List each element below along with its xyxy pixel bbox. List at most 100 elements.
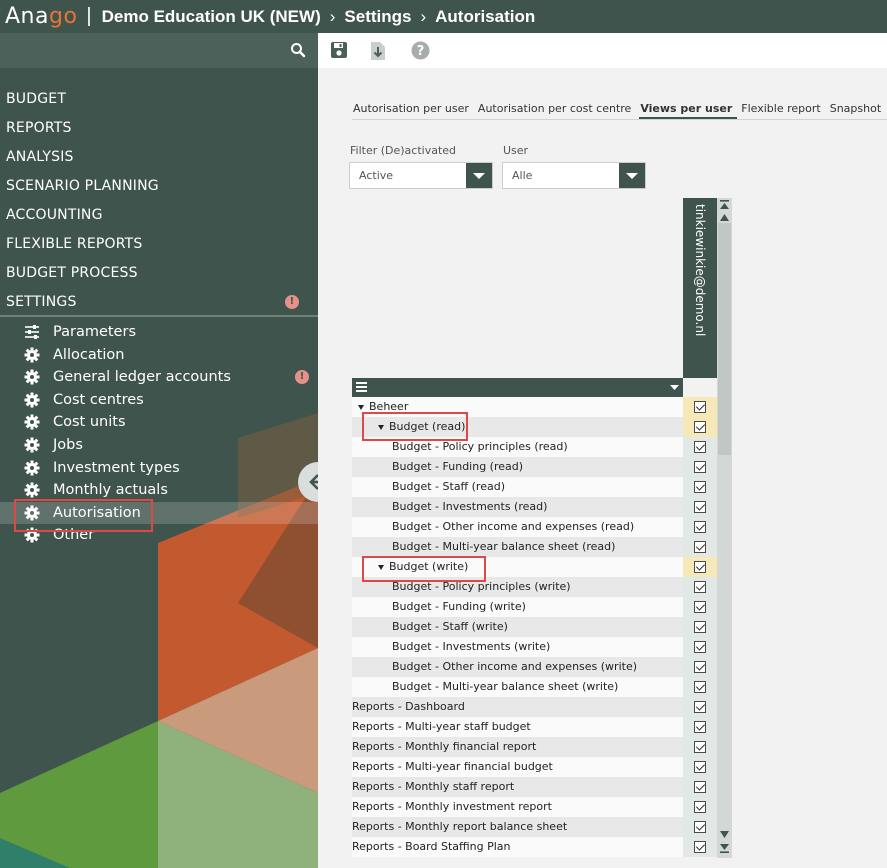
tab-autorisation-per-cost-centre[interactable]: Autorisation per cost centre [477, 98, 636, 119]
row-label-text: Reports - Monthly staff report [352, 780, 515, 793]
menu-item-budget-process[interactable]: BUDGET PROCESS [0, 259, 318, 288]
tab-views-per-user[interactable]: Views per user [639, 98, 738, 119]
permission-cell [683, 757, 717, 777]
permission-checkbox[interactable] [694, 841, 706, 853]
help-icon[interactable]: ? [411, 41, 430, 60]
permission-checkbox[interactable] [694, 501, 706, 513]
submenu-item-cost-units[interactable]: Cost units [0, 411, 318, 434]
permission-checkbox[interactable] [694, 481, 706, 493]
submenu-item-jobs[interactable]: Jobs [0, 434, 318, 457]
menu-item-budget[interactable]: BUDGET [0, 85, 318, 114]
permission-checkbox[interactable] [694, 741, 706, 753]
permission-checkbox[interactable] [694, 581, 706, 593]
permission-checkbox[interactable] [694, 781, 706, 793]
chevron-down-icon[interactable] [466, 163, 492, 188]
permission-checkbox[interactable] [694, 541, 706, 553]
row-label: Budget - Other income and expenses (writ… [352, 657, 683, 677]
permission-checkbox[interactable] [694, 721, 706, 733]
scroll-bottom-icon[interactable] [719, 843, 730, 853]
tab-autorisation-per-user[interactable]: Autorisation per user [352, 98, 474, 119]
row-label-text: Budget - Staff (read) [392, 480, 505, 493]
submenu-item-label: General ledger accounts [53, 369, 231, 386]
sidebar-search-bar[interactable] [0, 33, 318, 68]
table-row: Budget - Funding (read) [352, 457, 717, 477]
permission-checkbox[interactable] [694, 621, 706, 633]
menu-item-accounting[interactable]: ACCOUNTING [0, 201, 318, 230]
scroll-down-icon[interactable] [719, 830, 730, 839]
user-column-label: tinkiewinkie@demo.nl [693, 204, 707, 337]
permission-cell [683, 677, 717, 697]
export-icon[interactable] [370, 41, 386, 61]
row-label-text: Reports - Multi-year financial budget [352, 760, 553, 773]
table-row: Budget - Multi-year balance sheet (write… [352, 677, 717, 697]
row-label: Budget - Staff (read) [352, 477, 683, 497]
submenu-item-general-ledger-accounts[interactable]: General ledger accounts ! [0, 366, 318, 389]
permission-checkbox[interactable] [694, 421, 706, 433]
permission-cell [683, 477, 717, 497]
gear-icon [24, 437, 40, 453]
submenu-item-label: Cost units [53, 414, 126, 431]
table-row: Reports - Multi-year staff budget [352, 717, 717, 737]
tab-snapshot[interactable]: Snapshot [829, 98, 886, 119]
row-label: Budget - Investments (read) [352, 497, 683, 517]
menu-item-settings[interactable]: SETTINGS ! [0, 288, 318, 317]
permission-checkbox[interactable] [694, 441, 706, 453]
caret-down-icon[interactable] [670, 385, 679, 391]
chevron-down-icon[interactable] [619, 163, 645, 188]
permission-checkbox[interactable] [694, 601, 706, 613]
permission-checkbox[interactable] [694, 701, 706, 713]
vertical-scrollbar[interactable] [717, 198, 732, 858]
user-select[interactable]: Alle [502, 162, 646, 189]
permission-checkbox[interactable] [694, 461, 706, 473]
user-column-header[interactable]: tinkiewinkie@demo.nl [683, 198, 717, 378]
menu-item-label: BUDGET PROCESS [6, 265, 138, 281]
scroll-up-icon[interactable] [719, 213, 730, 222]
submenu-item-cost-centres[interactable]: Cost centres [0, 389, 318, 412]
permission-checkbox[interactable] [694, 761, 706, 773]
row-label: Budget - Funding (write) [352, 597, 683, 617]
submenu-item-allocation[interactable]: Allocation [0, 344, 318, 367]
breadcrumb-item-organisation[interactable]: Demo Education UK (NEW) [102, 7, 321, 27]
app-logo[interactable]: Anago [5, 4, 77, 29]
submenu-item-parameters[interactable]: Parameters [0, 321, 318, 344]
menu-item-flexible-reports[interactable]: FLEXIBLE REPORTS [0, 230, 318, 259]
row-label: Reports - Board Staffing Plan [352, 837, 683, 857]
alert-icon: ! [285, 295, 299, 309]
gear-icon [24, 347, 40, 363]
sliders-icon [25, 325, 39, 339]
menu-item-scenario-planning[interactable]: SCENARIO PLANNING [0, 172, 318, 201]
svg-text:?: ? [417, 44, 425, 59]
permission-checkbox[interactable] [694, 641, 706, 653]
row-label-text: Budget - Multi-year balance sheet (read) [392, 540, 616, 553]
search-icon[interactable] [290, 42, 306, 58]
tab-flexible-report[interactable]: Flexible report [740, 98, 825, 119]
submenu-item-investment-types[interactable]: Investment types [0, 457, 318, 480]
table-row: Budget - Staff (write) [352, 617, 717, 637]
menu-item-reports[interactable]: REPORTS [0, 114, 318, 143]
permission-checkbox[interactable] [694, 661, 706, 673]
row-label: Reports - Multi-year financial budget [352, 757, 683, 777]
permission-cell [683, 517, 717, 537]
filter-activated-value: Active [359, 169, 394, 182]
breadcrumb-item-settings[interactable]: Settings [344, 7, 411, 27]
annotation-highlight-box [362, 556, 486, 582]
row-label: Budget - Multi-year balance sheet (write… [352, 677, 683, 697]
permission-checkbox[interactable] [694, 681, 706, 693]
row-label-text: Reports - Monthly financial report [352, 740, 537, 753]
permission-checkbox[interactable] [694, 401, 706, 413]
filter-activated-select[interactable]: Active [349, 162, 493, 189]
permission-cell [683, 417, 717, 437]
row-label: Budget - Multi-year balance sheet (read) [352, 537, 683, 557]
save-icon[interactable] [330, 41, 348, 59]
row-label: Reports - Multi-year staff budget [352, 717, 683, 737]
permission-checkbox[interactable] [694, 521, 706, 533]
permission-checkbox[interactable] [694, 561, 706, 573]
menu-icon[interactable] [356, 382, 367, 392]
permission-checkbox[interactable] [694, 821, 706, 833]
menu-item-analysis[interactable]: ANALYSIS [0, 143, 318, 172]
scroll-top-icon[interactable] [719, 200, 730, 210]
permission-cell [683, 697, 717, 717]
expand-caret-icon[interactable] [358, 404, 364, 410]
permission-checkbox[interactable] [694, 801, 706, 813]
scrollbar-thumb[interactable] [718, 223, 731, 455]
